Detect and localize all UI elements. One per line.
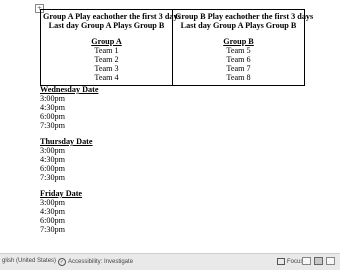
accessibility-icon: ✓ xyxy=(58,258,66,266)
print-layout-view-button[interactable] xyxy=(314,257,323,265)
document-page: + Group A Play eachother the first 3 day… xyxy=(0,0,340,253)
read-mode-view-button[interactable] xyxy=(302,257,311,265)
schedule-days: Wednesday Date 3:00pm 4:30pm 6:00pm 7:30… xyxy=(40,85,98,241)
time-slot: 6:00pm xyxy=(40,216,66,225)
group-b-header-line2: Last day Group A Plays Group B xyxy=(180,21,297,30)
day-title: Wednesday Date xyxy=(40,85,99,94)
time-slot: 7:30pm xyxy=(40,121,66,130)
time-slot: 6:00pm xyxy=(40,112,66,121)
group-a-header-line2: Last day Group A Plays Group B xyxy=(48,21,165,30)
language-status[interactable]: glish (United States) xyxy=(2,258,56,264)
group-a-header-line1: Group A Play eachother the first 3 days xyxy=(43,12,181,21)
groups-table: Group A Play eachother the first 3 days … xyxy=(40,9,314,86)
accessibility-label: Accessibility: Investigate xyxy=(68,259,134,265)
group-b-header-line1: Group B Play eachother the first 3 days xyxy=(175,12,314,21)
team-item: Team 7 xyxy=(226,64,251,73)
day-title: Thursday Date xyxy=(40,137,93,146)
team-item: Team 8 xyxy=(226,73,251,82)
focus-label: Focus xyxy=(287,258,304,265)
team-item: Team 1 xyxy=(94,46,119,55)
team-item: Team 4 xyxy=(94,73,119,82)
team-item: Team 3 xyxy=(94,64,119,73)
group-b-cell: Group B Play eachother the first 3 days … xyxy=(172,9,314,86)
time-slot: 4:30pm xyxy=(40,207,66,216)
group-a-cell: Group A Play eachother the first 3 days … xyxy=(40,9,181,86)
web-layout-view-button[interactable] xyxy=(326,257,335,265)
time-slot: 3:00pm xyxy=(40,198,66,207)
time-slot: 3:00pm xyxy=(40,94,66,103)
day-block-wednesday: Wednesday Date 3:00pm 4:30pm 6:00pm 7:30… xyxy=(40,85,98,130)
time-slot: 4:30pm xyxy=(40,155,66,164)
time-slot: 3:00pm xyxy=(40,146,66,155)
accessibility-status[interactable]: ✓ Accessibility: Investigate xyxy=(58,258,133,266)
group-a-name: Group A xyxy=(91,37,122,46)
day-block-thursday: Thursday Date 3:00pm 4:30pm 6:00pm 7:30p… xyxy=(40,137,98,182)
view-buttons xyxy=(302,257,335,265)
team-item: Team 6 xyxy=(226,55,251,64)
focus-button[interactable]: Focus xyxy=(277,258,303,265)
team-item: Team 5 xyxy=(226,46,251,55)
focus-icon xyxy=(277,258,285,265)
team-item: Team 2 xyxy=(94,55,119,64)
time-slot: 4:30pm xyxy=(40,103,66,112)
time-slot: 7:30pm xyxy=(40,225,66,234)
day-title: Friday Date xyxy=(40,189,83,198)
time-slot: 6:00pm xyxy=(40,164,66,173)
time-slot: 7:30pm xyxy=(40,173,66,182)
group-b-name: Group B xyxy=(223,37,254,46)
status-bar: glish (United States) ✓ Accessibility: I… xyxy=(0,253,340,270)
day-block-friday: Friday Date 3:00pm 4:30pm 6:00pm 7:30pm xyxy=(40,189,98,234)
